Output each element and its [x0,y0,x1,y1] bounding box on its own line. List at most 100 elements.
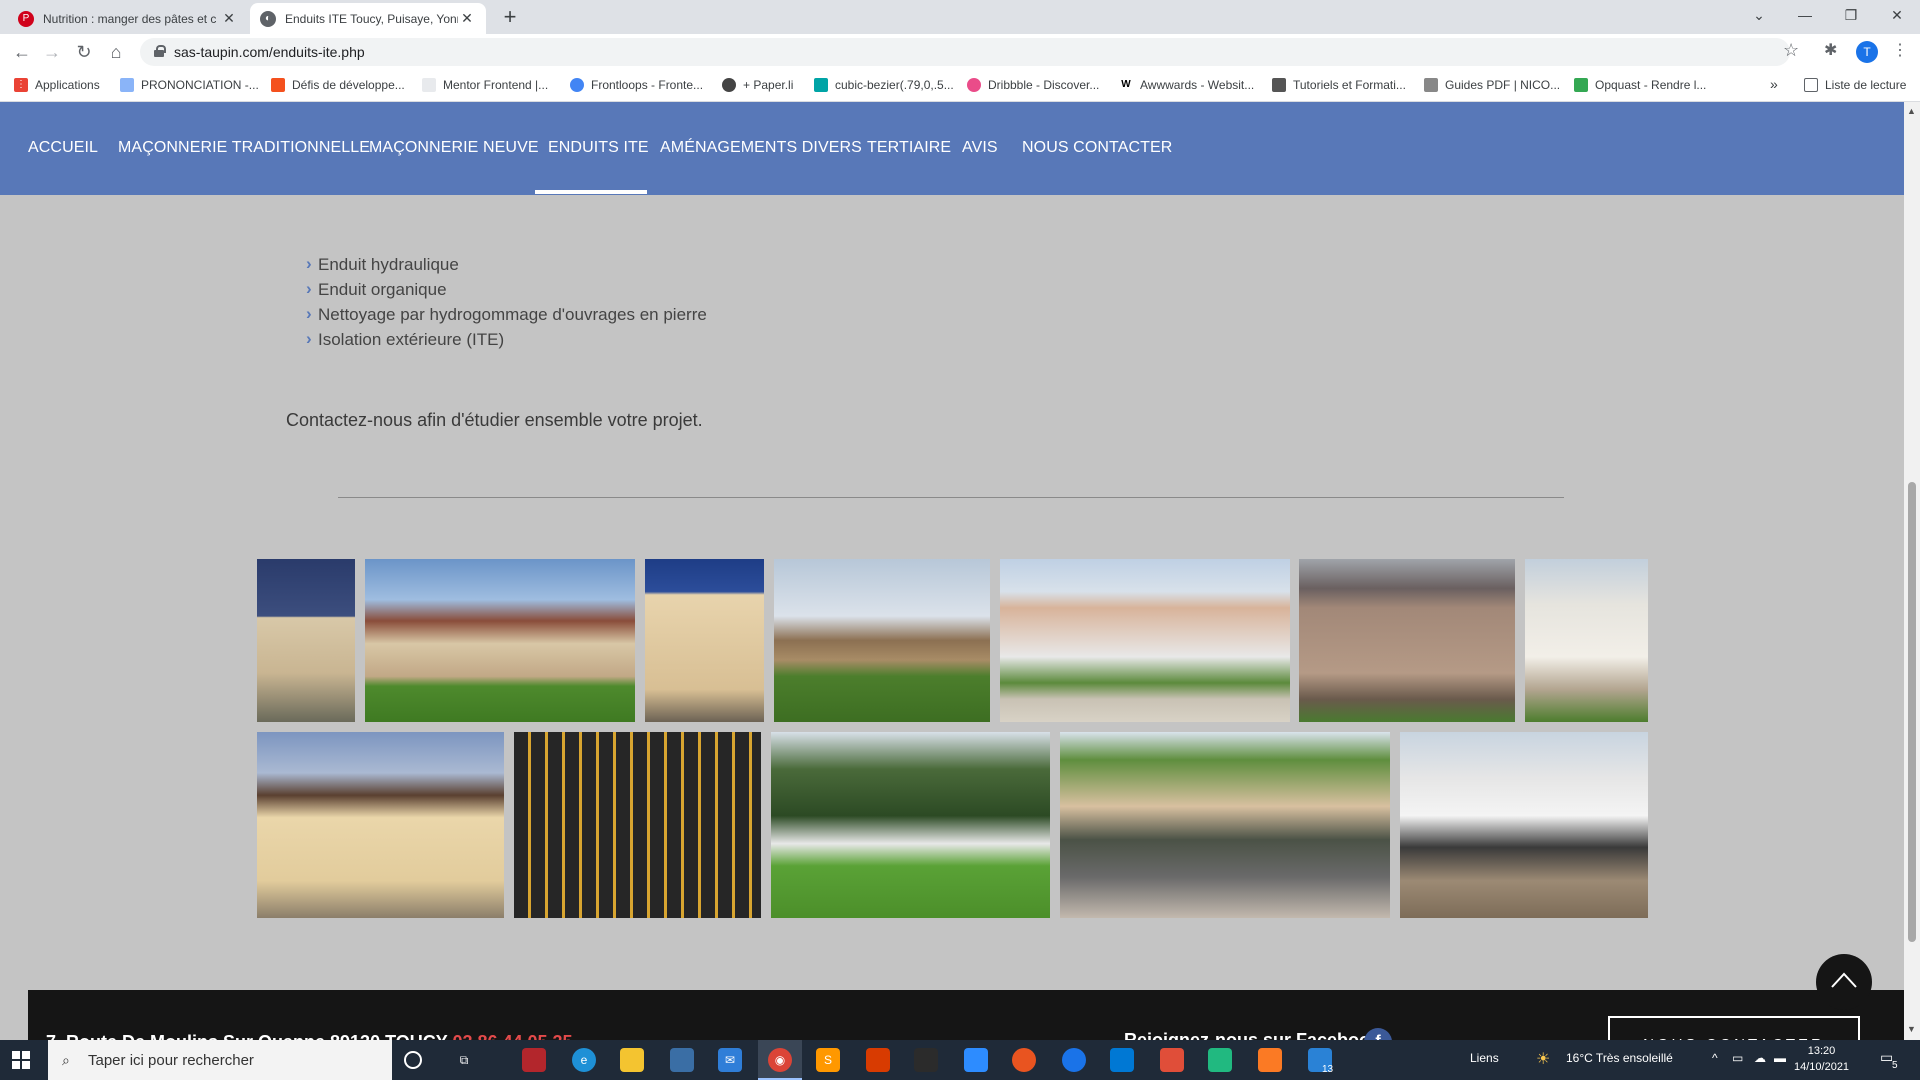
bookmark-star-icon[interactable]: ☆ [1783,40,1799,61]
browser-tab-strip: P Nutrition : manger des pâtes et c ✕ ◐ … [0,0,1920,34]
contact-cta-button[interactable]: NOUS CONTACTER [1608,1016,1860,1040]
store-icon[interactable] [670,1048,694,1072]
gallery-photo[interactable] [257,732,504,918]
gallery-photo[interactable] [1299,559,1515,722]
reload-icon[interactable]: ↻ [72,40,96,64]
vscode-icon[interactable] [1110,1048,1134,1072]
close-window-button[interactable]: ✕ [1874,0,1920,30]
bookmark-item[interactable]: cubic-bezier(.79,0,.5... [814,78,954,92]
gallery-photo[interactable] [774,559,990,722]
active-nav-indicator [535,190,647,194]
bookmark-item[interactable]: + Paper.li [722,78,793,92]
url-text[interactable]: sas-taupin.com/enduits-ite.php [174,44,365,60]
gallery-photo[interactable] [514,732,761,918]
back-icon[interactable]: ← [10,40,34,64]
nav-maconnerie-neuve[interactable]: MAÇONNERIE NEUVE [369,139,539,157]
ubuntu-icon[interactable] [1012,1048,1036,1072]
gallery-photo[interactable] [257,559,355,722]
restore-button[interactable]: ❐ [1828,0,1874,30]
tray-chevron-icon[interactable]: ^ [1712,1051,1718,1065]
bookmark-item[interactable]: PRONONCIATION -... [120,78,259,92]
scroll-down-arrow-icon[interactable]: ▼ [1907,1024,1916,1034]
bookmark-apps[interactable]: ⋮ Applications [14,78,100,92]
network-icon[interactable]: ▭ [1732,1051,1743,1065]
page-scrollbar[interactable]: ▲ ▼ [1904,102,1920,1040]
url-field[interactable]: sas-taupin.com/enduits-ite.php [140,38,1790,66]
cloud-icon[interactable]: ☁ [1754,1051,1766,1065]
gallery-photo[interactable] [1060,732,1390,918]
nav-accueil[interactable]: ACCUEIL [28,139,98,157]
reading-list-button[interactable]: Liste de lecture [1804,78,1906,92]
maps-icon[interactable] [1062,1048,1086,1072]
browser-tab-active[interactable]: ◐ Enduits ITE Toucy, Puisaye, Yonne ✕ [250,3,486,34]
phone-link[interactable]: 03 86 44 05 35 [452,1032,572,1040]
close-tab-icon[interactable]: ✕ [220,10,238,27]
gallery-photo[interactable] [1000,559,1290,722]
bookmark-favicon [814,78,828,92]
bookmark-item[interactable]: W Awwwards - Websit... [1119,78,1254,92]
sublime-icon[interactable]: S [816,1048,840,1072]
nav-avis[interactable]: AVIS [962,139,998,157]
weather-text[interactable]: 16°C Très ensoleillé [1566,1051,1673,1065]
edge-icon[interactable]: e [572,1048,596,1072]
bookmark-item[interactable]: Mentor Frontend |... [422,78,548,92]
minimize-button[interactable]: — [1782,0,1828,30]
nav-tertiaire[interactable]: TERTIAIRE [867,139,951,157]
browser-tab[interactable]: P Nutrition : manger des pâtes et c ✕ [8,3,248,34]
app-icon[interactable] [522,1048,546,1072]
nav-enduits-ite[interactable]: ENDUITS ITE [548,139,649,157]
contact-invitation: Contactez-nous afin d'étudier ensemble v… [286,410,703,430]
links-toolbar[interactable]: Liens [1470,1051,1499,1065]
chrome-icon[interactable]: ◉ [768,1048,792,1072]
file-explorer-icon[interactable] [620,1048,644,1072]
search-icon: ⌕ [62,1052,70,1068]
gallery-photo[interactable] [365,559,635,722]
bookmark-item[interactable]: Tutoriels et Formati... [1272,78,1406,92]
app-icon[interactable] [1208,1048,1232,1072]
nav-maconnerie-traditionnelle[interactable]: MAÇONNERIE TRADITIONNELLE [118,139,370,157]
bookmark-item[interactable]: Opquast - Rendre l... [1574,78,1706,92]
scrollbar-thumb[interactable] [1908,482,1916,942]
bookmark-item[interactable]: Dribbble - Discover... [967,78,1099,92]
browser-menu-icon[interactable]: ⋮ [1892,40,1908,60]
search-placeholder: Taper ici pour rechercher [88,1052,254,1069]
app-icon[interactable] [1160,1048,1184,1072]
bookmarks-overflow-button[interactable]: » [1770,76,1778,92]
new-tab-button[interactable]: + [498,6,522,30]
weather-sun-icon[interactable]: ☀ [1536,1049,1550,1069]
bookmark-item[interactable]: Défis de développe... [271,78,405,92]
windows-start-icon[interactable] [12,1051,30,1069]
gallery-photo[interactable] [771,732,1050,918]
scroll-to-top-button[interactable] [1816,954,1872,1010]
close-tab-icon[interactable]: ✕ [458,10,476,27]
home-icon[interactable]: ⌂ [104,40,128,64]
cortana-icon[interactable] [404,1051,422,1069]
office-icon[interactable] [866,1048,890,1072]
task-view-icon[interactable]: ⧉ [452,1048,476,1072]
gallery-photo[interactable] [1400,732,1648,918]
gallery-photo[interactable] [1525,559,1648,722]
nav-amenagements-divers[interactable]: AMÉNAGEMENTS DIVERS [660,139,862,157]
bookmark-item[interactable]: Frontloops - Fronte... [570,78,703,92]
nav-nous-contacter[interactable]: NOUS CONTACTER [1022,139,1172,157]
profile-avatar[interactable]: T [1856,41,1878,63]
bookmark-item[interactable]: Guides PDF | NICO... [1424,78,1560,92]
forward-icon[interactable]: → [40,40,64,64]
zoom-icon[interactable] [964,1048,988,1072]
app-icon[interactable] [914,1048,938,1072]
lock-icon[interactable] [154,45,166,57]
bookmarks-bar: ⋮ Applications PRONONCIATION -... Défis d… [0,70,1920,102]
taskbar-clock[interactable]: 13:20 14/10/2021 [1794,1043,1849,1075]
tab-search-icon[interactable]: ⌄ [1736,0,1782,30]
gallery-photo[interactable] [645,559,764,722]
scroll-up-arrow-icon[interactable]: ▲ [1907,106,1916,116]
extensions-icon[interactable]: ✱ [1824,40,1837,60]
xampp-icon[interactable] [1258,1048,1282,1072]
mail-icon[interactable]: ✉ [718,1048,742,1072]
reading-list-icon [1804,78,1818,92]
bookmark-favicon [271,78,285,92]
taskbar-search-box[interactable]: ⌕ Taper ici pour rechercher [48,1040,392,1080]
facebook-invite[interactable]: Rejoignez-nous sur Facebook [1124,1030,1380,1040]
clock-time: 13:20 [1807,1045,1836,1057]
battery-icon[interactable]: ▬ [1774,1051,1786,1065]
